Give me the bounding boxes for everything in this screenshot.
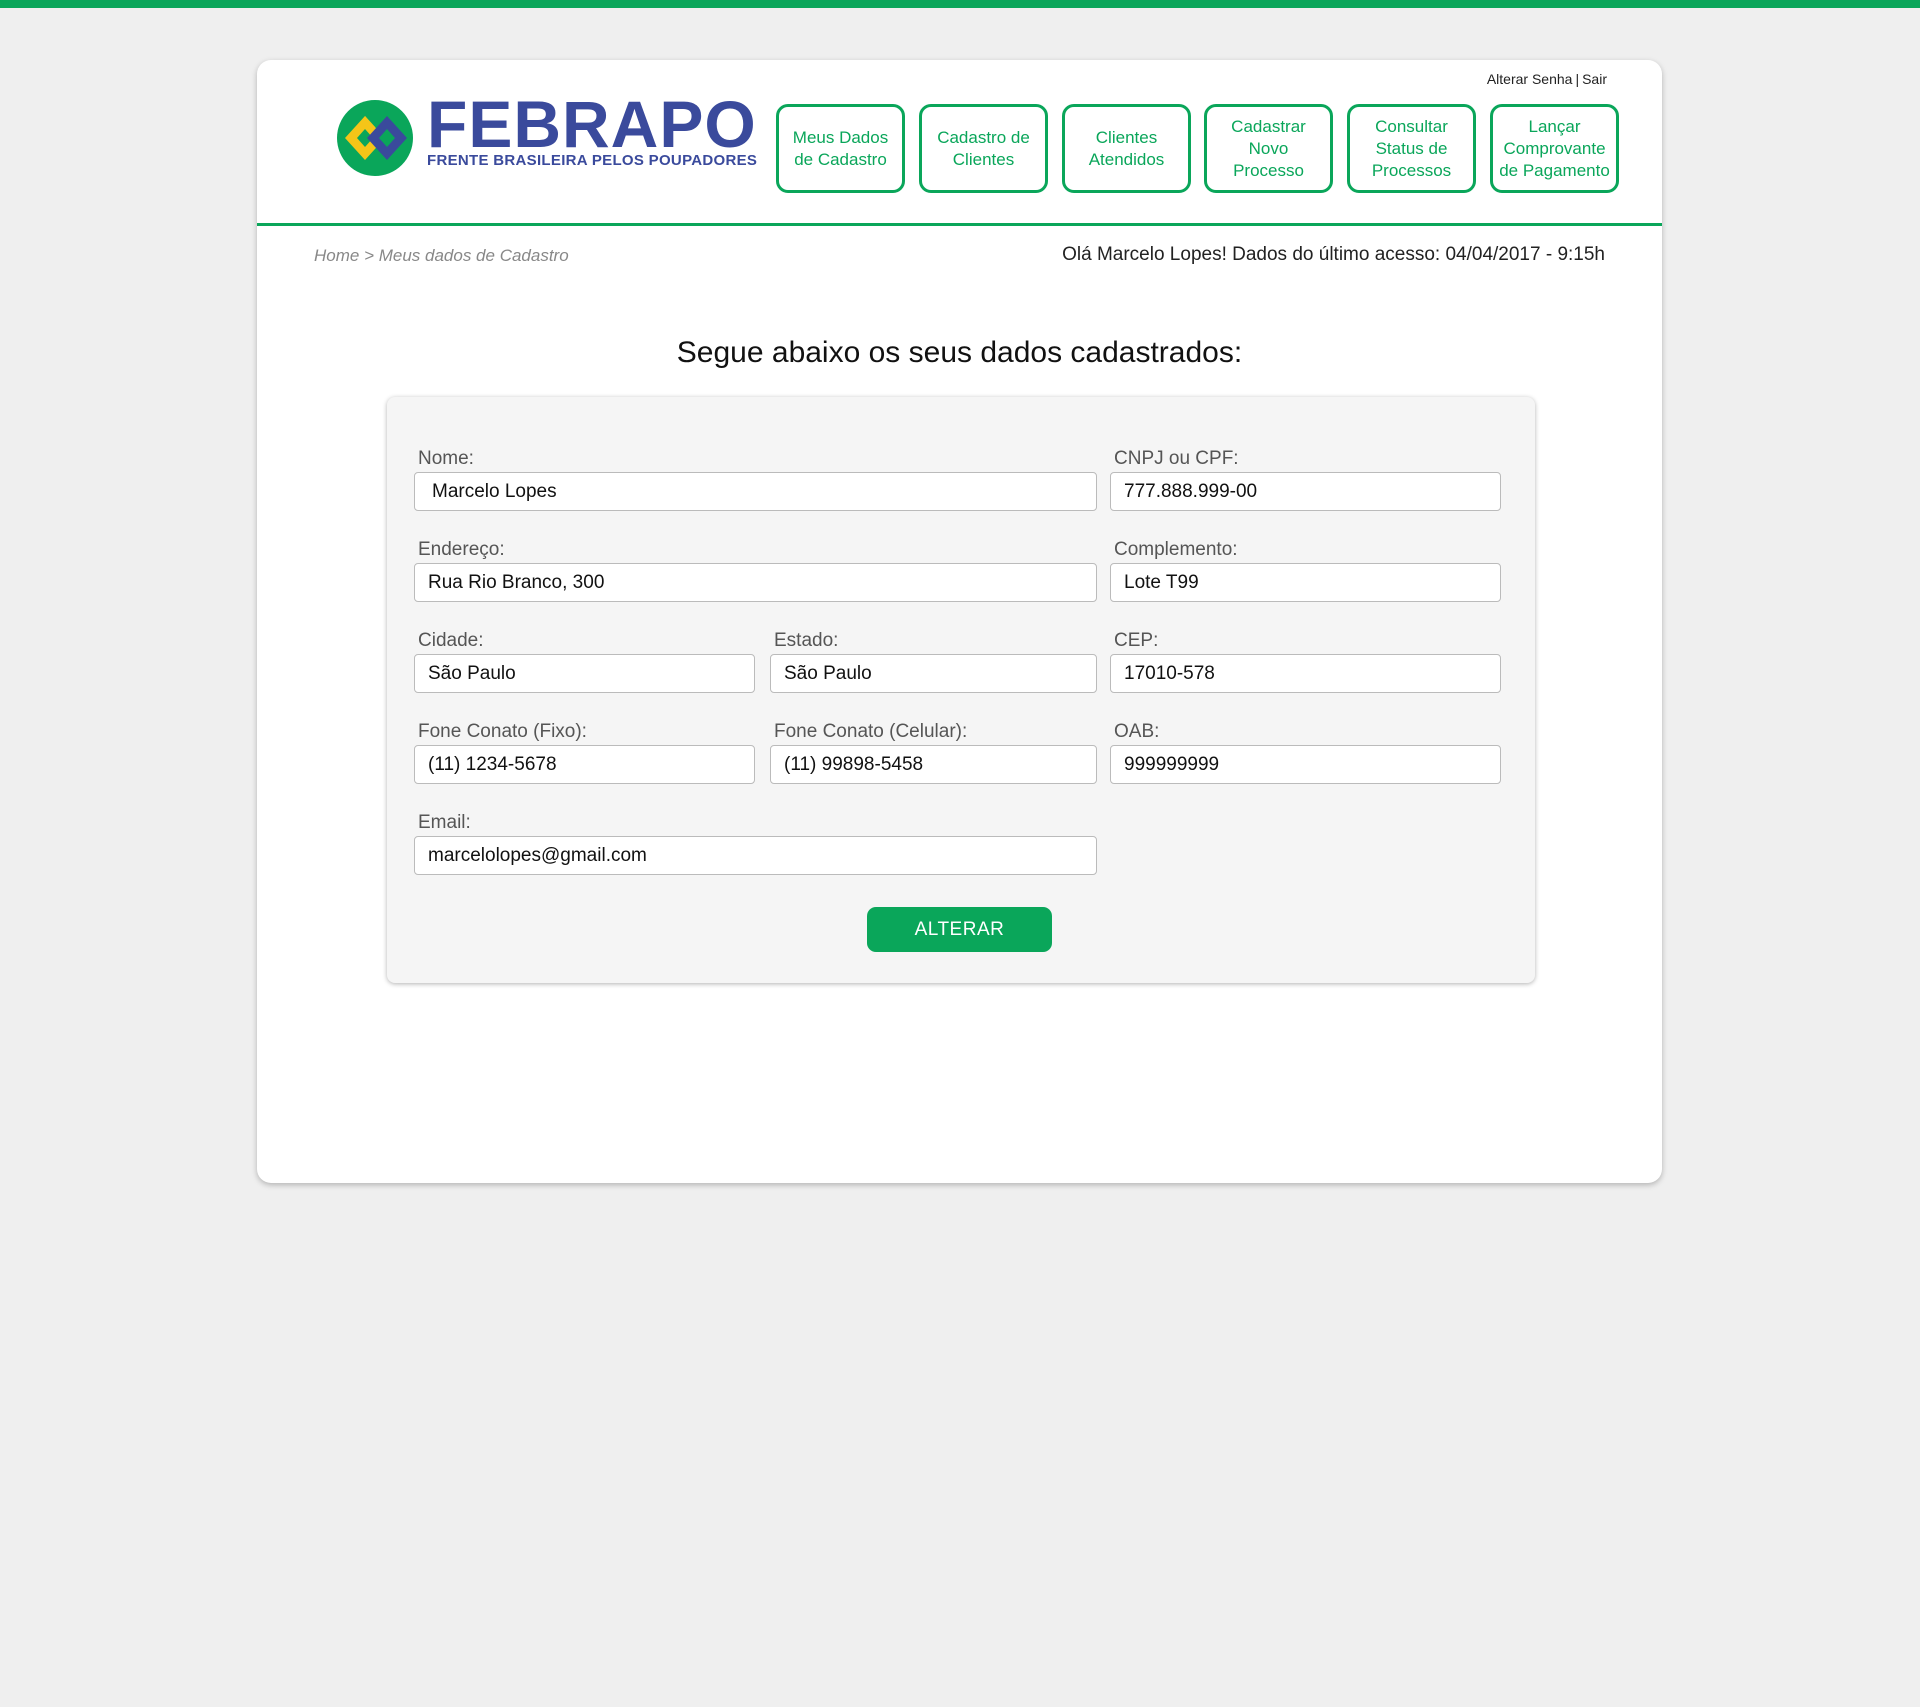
- email-label: Email:: [418, 812, 471, 833]
- complemento-input[interactable]: Lote T99: [1110, 563, 1501, 602]
- fone-fixo-label: Fone Conato (Fixo):: [418, 721, 587, 742]
- oab-input[interactable]: 999999999: [1110, 745, 1501, 784]
- endereco-field-group: Endereço: Rua Rio Branco, 300: [414, 536, 1097, 602]
- nav-consultar-status[interactable]: Consultar Status de Processos: [1347, 104, 1476, 193]
- cnpj-input[interactable]: 777.888.999-00: [1110, 472, 1501, 511]
- nav-clientes-atendidos[interactable]: Clientes Atendidos: [1062, 104, 1191, 193]
- cnpj-field-group: CNPJ ou CPF: 777.888.999-00: [1110, 445, 1501, 511]
- nav-cadastrar-processo[interactable]: Cadastrar Novo Processo: [1204, 104, 1333, 193]
- header: FEBRAPO FRENTE BRASILEIRA PELOS POUPADOR…: [257, 60, 1662, 226]
- logout-link[interactable]: Sair: [1582, 71, 1607, 87]
- cep-label: CEP:: [1114, 630, 1159, 651]
- estado-input[interactable]: São Paulo: [770, 654, 1097, 693]
- estado-label: Estado:: [774, 630, 839, 651]
- fone-celular-field-group: Fone Conato (Celular): (11) 99898-5458: [770, 718, 1097, 784]
- cep-input[interactable]: 17010-578: [1110, 654, 1501, 693]
- cep-field-group: CEP: 17010-578: [1110, 627, 1501, 693]
- endereco-input[interactable]: Rua Rio Branco, 300: [414, 563, 1097, 602]
- estado-field-group: Estado: São Paulo: [770, 627, 1097, 693]
- nav-cadastro-clientes[interactable]: Cadastro de Clientes: [919, 104, 1048, 193]
- email-field-group: Email: marcelolopes@gmail.com: [414, 809, 1097, 875]
- cidade-label: Cidade:: [418, 630, 484, 651]
- logo-subtitle: FRENTE BRASILEIRA PELOS POUPADORES: [427, 152, 758, 169]
- profile-form: Nome: Marcelo Lopes CNPJ ou CPF: 777.888…: [387, 397, 1535, 983]
- cidade-field-group: Cidade: São Paulo: [414, 627, 755, 693]
- alterar-button[interactable]: ALTERAR: [867, 907, 1052, 952]
- nav-lancar-comprovante[interactable]: Lançar Comprovante de Pagamento: [1490, 104, 1619, 193]
- change-password-link[interactable]: Alterar Senha: [1487, 71, 1573, 87]
- logo-emblem-icon: [337, 100, 413, 176]
- user-links: Alterar Senha | Sair: [1487, 71, 1607, 87]
- fone-fixo-input[interactable]: (11) 1234-5678: [414, 745, 755, 784]
- breadcrumb[interactable]: Home > Meus dados de Cadastro: [314, 246, 569, 266]
- nome-label: Nome:: [418, 448, 474, 469]
- complemento-field-group: Complemento: Lote T99: [1110, 536, 1501, 602]
- email-input[interactable]: marcelolopes@gmail.com: [414, 836, 1097, 875]
- cidade-input[interactable]: São Paulo: [414, 654, 755, 693]
- febrapo-logo[interactable]: FEBRAPO FRENTE BRASILEIRA PELOS POUPADOR…: [327, 87, 757, 188]
- oab-field-group: OAB: 999999999: [1110, 718, 1501, 784]
- fone-celular-input[interactable]: (11) 99898-5458: [770, 745, 1097, 784]
- top-accent-bar: [0, 0, 1920, 8]
- page-title: Segue abaixo os seus dados cadastrados:: [676, 336, 1243, 369]
- complemento-label: Complemento:: [1114, 539, 1238, 560]
- main-card: FEBRAPO FRENTE BRASILEIRA PELOS POUPADOR…: [257, 60, 1662, 1183]
- nome-input[interactable]: Marcelo Lopes: [414, 472, 1097, 511]
- last-access-greeting: Olá Marcelo Lopes! Dados do último acess…: [1062, 244, 1605, 265]
- oab-label: OAB:: [1114, 721, 1160, 742]
- nav-meus-dados[interactable]: Meus Dados de Cadastro: [776, 104, 905, 193]
- endereco-label: Endereço:: [418, 539, 505, 560]
- fone-fixo-field-group: Fone Conato (Fixo): (11) 1234-5678: [414, 718, 755, 784]
- fone-celular-label: Fone Conato (Celular):: [774, 721, 968, 742]
- link-separator: |: [1575, 71, 1580, 87]
- nome-field-group: Nome: Marcelo Lopes: [414, 445, 1097, 511]
- cnpj-label: CNPJ ou CPF:: [1114, 448, 1239, 469]
